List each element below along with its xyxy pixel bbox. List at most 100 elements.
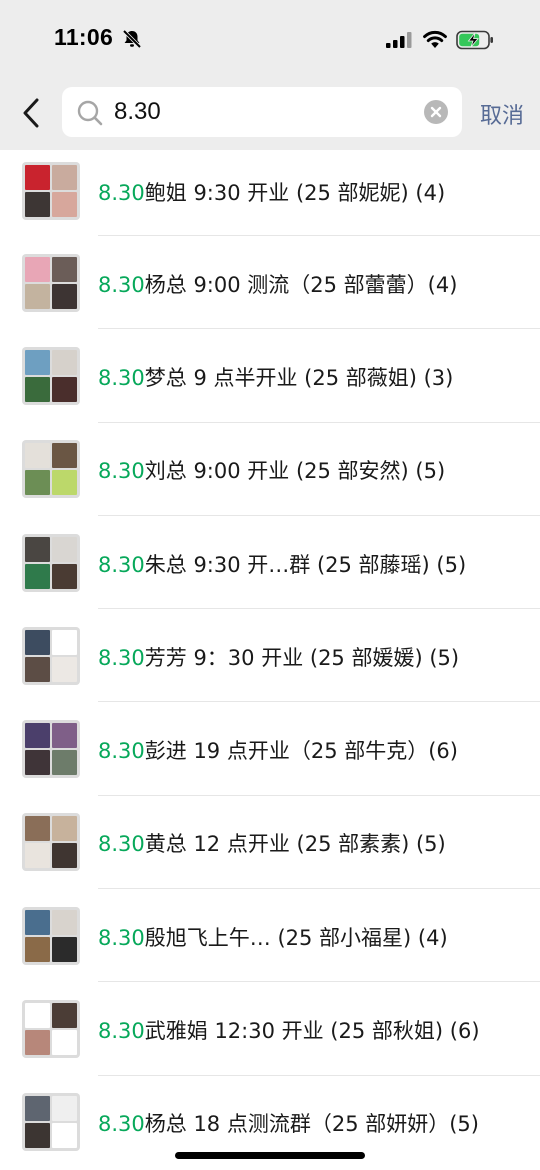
query-highlight: 8.30: [98, 1112, 145, 1137]
avatar-tile: [25, 376, 50, 402]
search-query[interactable]: 8.30: [114, 98, 161, 126]
query-highlight: 8.30: [98, 645, 145, 670]
query-highlight: 8.30: [98, 181, 145, 205]
query-highlight: 8.30: [98, 739, 145, 764]
group-name: 刘总 9:00 开业 (25 部安然) (5): [144, 459, 446, 484]
status-bar: 11:06: [0, 0, 540, 80]
group-name: 杨总 18 点测流群（25 部妍妍）(5): [144, 1112, 479, 1137]
group-name: 杨总 9:00 测流（25 部蕾蕾）(4): [144, 272, 458, 297]
avatar-tile: [25, 165, 50, 190]
result-title: 8.30鲍姐 9:30 开业 (25 部妮妮) (4): [98, 177, 445, 207]
avatar-tile: [52, 816, 77, 842]
query-highlight: 8.30: [98, 552, 145, 577]
avatar-tile: [52, 192, 77, 217]
avatar-tile: [25, 750, 50, 776]
avatar-tile: [25, 1123, 50, 1149]
avatar-tile: [25, 1030, 50, 1056]
result-row[interactable]: 8.30朱总 9:30 开…群 (25 部藤瑶) (5): [0, 516, 540, 610]
result-title: 8.30梦总 9 点半开业 (25 部薇姐) (3): [98, 362, 453, 392]
group-avatar: [22, 162, 80, 220]
avatar-tile: [25, 470, 50, 496]
group-avatar: [22, 533, 80, 592]
avatar-tile: [52, 936, 77, 962]
avatar-tile: [25, 563, 50, 589]
group-avatar: [22, 346, 80, 405]
result-title: 8.30芳芳 9：30 开业 (25 部媛媛) (5): [98, 642, 459, 672]
avatar-tile: [25, 723, 50, 749]
group-avatar: [22, 440, 80, 499]
group-avatar: [22, 906, 80, 965]
query-highlight: 8.30: [98, 272, 145, 297]
result-title: 8.30杨总 9:00 测流（25 部蕾蕾）(4): [98, 269, 457, 299]
avatar-tile: [25, 936, 50, 962]
avatar-tile: [52, 1030, 77, 1056]
group-avatar: [22, 813, 80, 872]
avatar-tile: [25, 349, 50, 375]
result-row[interactable]: 8.30黄总 12 点开业 (25 部素素) (5): [0, 796, 540, 890]
cancel-button[interactable]: 取消: [480, 98, 524, 130]
group-avatar: [22, 1000, 80, 1059]
query-highlight: 8.30: [98, 832, 145, 857]
avatar-tile: [52, 470, 77, 496]
avatar-tile: [52, 563, 77, 589]
query-highlight: 8.30: [98, 365, 145, 390]
back-chevron-icon[interactable]: [18, 96, 46, 130]
group-avatar: [22, 626, 80, 685]
query-highlight: 8.30: [98, 1019, 145, 1044]
avatar-tile: [52, 443, 77, 469]
result-row[interactable]: 8.30杨总 9:00 测流（25 部蕾蕾）(4): [0, 236, 540, 330]
status-time: 11:06: [54, 24, 114, 50]
query-highlight: 8.30: [98, 925, 145, 950]
wifi-icon: [423, 30, 447, 48]
avatar-tile: [25, 909, 50, 935]
avatar-tile: [25, 816, 50, 842]
battery-charging-icon: [456, 30, 493, 50]
group-name: 殷旭飞上午… (25 部小福星) (4): [144, 925, 448, 950]
avatar-tile: [52, 165, 77, 190]
home-indicator: [175, 1152, 365, 1159]
group-name: 芳芳 9：30 开业 (25 部媛媛) (5): [144, 645, 460, 670]
result-row[interactable]: 8.30殷旭飞上午… (25 部小福星) (4): [0, 889, 540, 983]
avatar-tile: [25, 656, 50, 682]
result-row[interactable]: 8.30刘总 9:00 开业 (25 部安然) (5): [0, 423, 540, 517]
result-title: 8.30杨总 18 点测流群（25 部妍妍）(5): [98, 1108, 479, 1138]
avatar-tile: [25, 283, 50, 309]
result-title: 8.30彭进 19 点开业（25 部牛克）(6): [98, 735, 458, 765]
avatar-tile: [25, 1096, 50, 1122]
avatar-tile: [25, 192, 50, 217]
group-avatar: [22, 720, 80, 779]
result-title: 8.30朱总 9:30 开…群 (25 部藤瑶) (5): [98, 549, 466, 579]
avatar-tile: [52, 376, 77, 402]
avatar-tile: [52, 843, 77, 869]
bell-mute-icon: [122, 29, 142, 49]
avatar-tile: [25, 629, 50, 655]
search-input[interactable]: 8.30: [62, 87, 462, 137]
group-name: 鲍姐 9:30 开业 (25 部妮妮) (4): [144, 181, 446, 205]
group-avatar: [22, 1093, 80, 1152]
result-row[interactable]: 8.30芳芳 9：30 开业 (25 部媛媛) (5): [0, 609, 540, 703]
avatar-tile: [52, 1123, 77, 1149]
result-row[interactable]: 8.30彭进 19 点开业（25 部牛克）(6): [0, 702, 540, 797]
group-name: 黄总 12 点开业 (25 部素素) (5): [144, 832, 446, 857]
query-highlight: 8.30: [98, 459, 145, 484]
avatar-tile: [25, 536, 50, 562]
result-row[interactable]: 8.30武雅娟 12:30 开业 (25 部秋姐) (6): [0, 982, 540, 1076]
avatar-tile: [52, 536, 77, 562]
group-name: 彭进 19 点开业（25 部牛克）(6): [144, 739, 458, 764]
clear-icon[interactable]: [424, 100, 448, 124]
group-name: 梦总 9 点半开业 (25 部薇姐) (3): [144, 365, 454, 390]
group-name: 朱总 9:30 开…群 (25 部藤瑶) (5): [144, 552, 467, 577]
avatar-tile: [25, 1003, 50, 1029]
avatar-tile: [25, 256, 50, 282]
result-row[interactable]: 8.30鲍姐 9:30 开业 (25 部妮妮) (4): [0, 150, 540, 236]
result-title: 8.30殷旭飞上午… (25 部小福星) (4): [98, 922, 448, 952]
result-row[interactable]: 8.30梦总 9 点半开业 (25 部薇姐) (3): [0, 329, 540, 423]
avatar-tile: [52, 256, 77, 282]
search-bar: 8.30 取消: [0, 80, 540, 150]
result-title: 8.30黄总 12 点开业 (25 部素素) (5): [98, 828, 446, 858]
search-icon: [77, 100, 103, 126]
avatar-tile: [52, 723, 77, 749]
avatar-tile: [52, 909, 77, 935]
avatar-tile: [25, 843, 50, 869]
search-results-list: 8.30鲍姐 9:30 开业 (25 部妮妮) (4) 8.30杨总 9:00 测…: [0, 150, 540, 1169]
